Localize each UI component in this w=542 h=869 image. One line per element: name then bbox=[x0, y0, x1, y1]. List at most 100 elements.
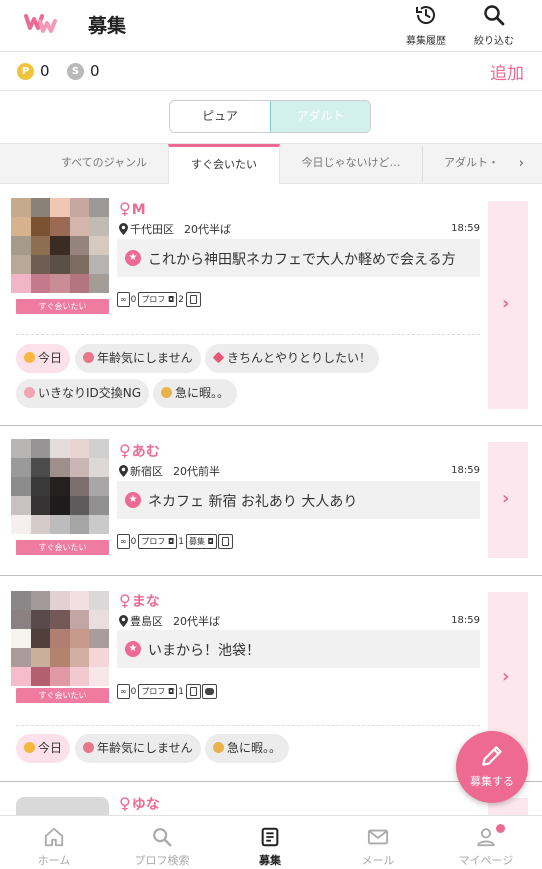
tab-not-today[interactable]: 今日じゃないけど… bbox=[284, 144, 418, 184]
person-icon bbox=[477, 828, 495, 847]
user-name[interactable]: ♀まな bbox=[119, 591, 160, 611]
user-name[interactable]: ♀ゆな bbox=[119, 794, 160, 814]
chat-icon bbox=[202, 684, 218, 699]
document-icon bbox=[186, 684, 202, 699]
nav-mypage[interactable]: マイページ bbox=[432, 816, 540, 869]
pure-mode-button[interactable]: ピュア bbox=[170, 101, 270, 132]
nav-recruit[interactable]: 募集 bbox=[216, 816, 324, 869]
points-bar: P 0 S 0 追加 bbox=[0, 53, 542, 91]
nav-mypage-label: マイページ bbox=[458, 854, 514, 867]
post-stats: ∞ 0 プロフ ◘ 1 募集 ◘ bbox=[117, 534, 234, 550]
create-post-label: 募集する bbox=[470, 775, 514, 788]
message-box: ★ ネカフェ 新宿 お礼あり 大人あり bbox=[117, 481, 480, 519]
history-button[interactable]: 募集履歴 bbox=[396, 3, 456, 49]
message-text: ネカフェ 新宿 お礼あり 大人あり bbox=[148, 494, 358, 510]
category-badge: すぐ会いたい bbox=[16, 540, 109, 555]
tag-chip: きちんとやりとりしたい！ bbox=[205, 344, 380, 373]
app-logo[interactable] bbox=[24, 12, 58, 34]
create-post-button[interactable]: 募集する bbox=[456, 731, 528, 803]
prof-photo-label: プロフ ◘ bbox=[138, 684, 178, 699]
area-text: 新宿区 bbox=[130, 465, 163, 478]
message-text: これから神田駅ネカフェで大人か軽めで会える方 bbox=[148, 252, 456, 268]
adult-mode-button[interactable]: アダルト bbox=[270, 101, 370, 132]
location-pin-icon bbox=[119, 615, 128, 627]
add-points-link[interactable]: 追加 bbox=[490, 59, 524, 84]
tab-adult[interactable]: アダルト・ bbox=[426, 144, 516, 184]
sad-emoji-icon bbox=[213, 742, 224, 753]
star-icon: ★ bbox=[125, 641, 141, 657]
heart-eyes-emoji-icon bbox=[83, 352, 94, 363]
sad-emoji-icon bbox=[161, 387, 172, 398]
chevron-right-icon: › bbox=[502, 666, 510, 687]
female-icon: ♀ bbox=[119, 591, 131, 610]
filter-label: 絞り込む bbox=[474, 36, 514, 47]
tag-chip: 急に暇。。 bbox=[205, 734, 290, 763]
views-count: 0 bbox=[130, 294, 137, 305]
location-pin-icon bbox=[119, 465, 128, 477]
post-stats: ∞ 0 プロフ ◘ 1 bbox=[117, 684, 218, 700]
star-icon: ★ bbox=[125, 492, 141, 508]
user-name-text: ゆな bbox=[131, 797, 160, 813]
tag-chip: 今日 bbox=[16, 344, 71, 373]
nav-mail-label: メール bbox=[361, 854, 395, 867]
user-location: 新宿区 20代前半 bbox=[119, 463, 220, 479]
nav-mail[interactable]: メール bbox=[324, 816, 432, 869]
mode-toggle: ピュア アダルト bbox=[169, 100, 371, 133]
girl-emoji-icon bbox=[24, 387, 35, 398]
document-icon bbox=[186, 292, 202, 307]
views-icon: ∞ bbox=[117, 684, 130, 699]
card-divider bbox=[16, 334, 480, 335]
nav-home-label: ホーム bbox=[37, 854, 71, 867]
prof-photo-count: 2 bbox=[178, 294, 185, 305]
app-root: 募集 募集履歴 絞り込む P 0 S 0 追加 ピュア アダルト すべてのジャン… bbox=[0, 0, 542, 869]
message-box: ★ いまから！池袋！ bbox=[117, 630, 480, 668]
nav-home[interactable]: ホーム bbox=[0, 816, 108, 869]
nav-profile-search[interactable]: プロフ検索 bbox=[108, 816, 216, 869]
category-badge: すぐ会いたい bbox=[16, 299, 109, 314]
filter-button[interactable]: 絞り込む bbox=[464, 3, 524, 49]
avatar-mosaic bbox=[11, 591, 109, 686]
post-card[interactable]: すぐ会いたい ♀あむ 新宿区 20代前半 18:59 ★ ネカフェ 新宿 お礼あり… bbox=[0, 426, 542, 576]
user-name-text: まな bbox=[131, 594, 160, 610]
pencil-icon bbox=[482, 746, 502, 766]
prof-photo-label: プロフ ◘ bbox=[138, 534, 178, 549]
area-text: 豊島区 bbox=[130, 615, 163, 628]
s-coin-icon: S bbox=[67, 63, 84, 80]
avatar-mosaic bbox=[11, 439, 109, 534]
views-icon: ∞ bbox=[117, 292, 130, 307]
tab-separator bbox=[422, 146, 423, 182]
smile-emoji-icon bbox=[24, 352, 35, 363]
star-icon: ★ bbox=[125, 250, 141, 266]
post-time: 18:59 bbox=[451, 223, 480, 234]
post-card[interactable]: すぐ会いたい ♀M 千代田区 20代半ば 18:59 ★ これから神田駅ネカフェで… bbox=[0, 184, 542, 426]
user-location: 千代田区 20代半ば bbox=[119, 221, 231, 237]
p-points-value: 0 bbox=[40, 62, 50, 80]
tabs-scroll-right-icon[interactable]: › bbox=[519, 156, 524, 171]
tab-all-genres[interactable]: すべてのジャンル bbox=[44, 144, 164, 184]
list-document-icon bbox=[261, 827, 279, 847]
age-text: 20代半ば bbox=[173, 615, 220, 628]
user-location: 豊島区 20代半ば bbox=[119, 613, 220, 629]
prof-photo-count: 1 bbox=[178, 686, 185, 697]
open-post-button[interactable]: › bbox=[488, 201, 528, 409]
tag-chip: 年齢気にしません bbox=[75, 344, 201, 373]
home-icon bbox=[44, 827, 64, 847]
category-badge: すぐ会いたい bbox=[16, 688, 109, 703]
tag-chip: 今日 bbox=[16, 734, 71, 763]
open-post-button[interactable]: › bbox=[488, 442, 528, 558]
smile-emoji-icon bbox=[24, 742, 35, 753]
document-icon bbox=[217, 534, 233, 549]
p-coin-icon: P bbox=[17, 63, 34, 80]
history-icon bbox=[416, 6, 435, 24]
prof-photo-label: プロフ ◘ bbox=[138, 292, 178, 307]
search-icon bbox=[484, 5, 505, 26]
female-icon: ♀ bbox=[119, 794, 131, 813]
user-name[interactable]: ♀M bbox=[119, 199, 146, 218]
area-text: 千代田区 bbox=[130, 223, 174, 236]
history-label: 募集履歴 bbox=[406, 36, 446, 47]
user-name-text: あむ bbox=[131, 444, 160, 460]
tab-meet-now[interactable]: すぐ会いたい bbox=[168, 144, 280, 184]
user-name[interactable]: ♀あむ bbox=[119, 441, 160, 461]
search-icon bbox=[153, 828, 172, 847]
nav-recruit-label: 募集 bbox=[259, 854, 281, 867]
